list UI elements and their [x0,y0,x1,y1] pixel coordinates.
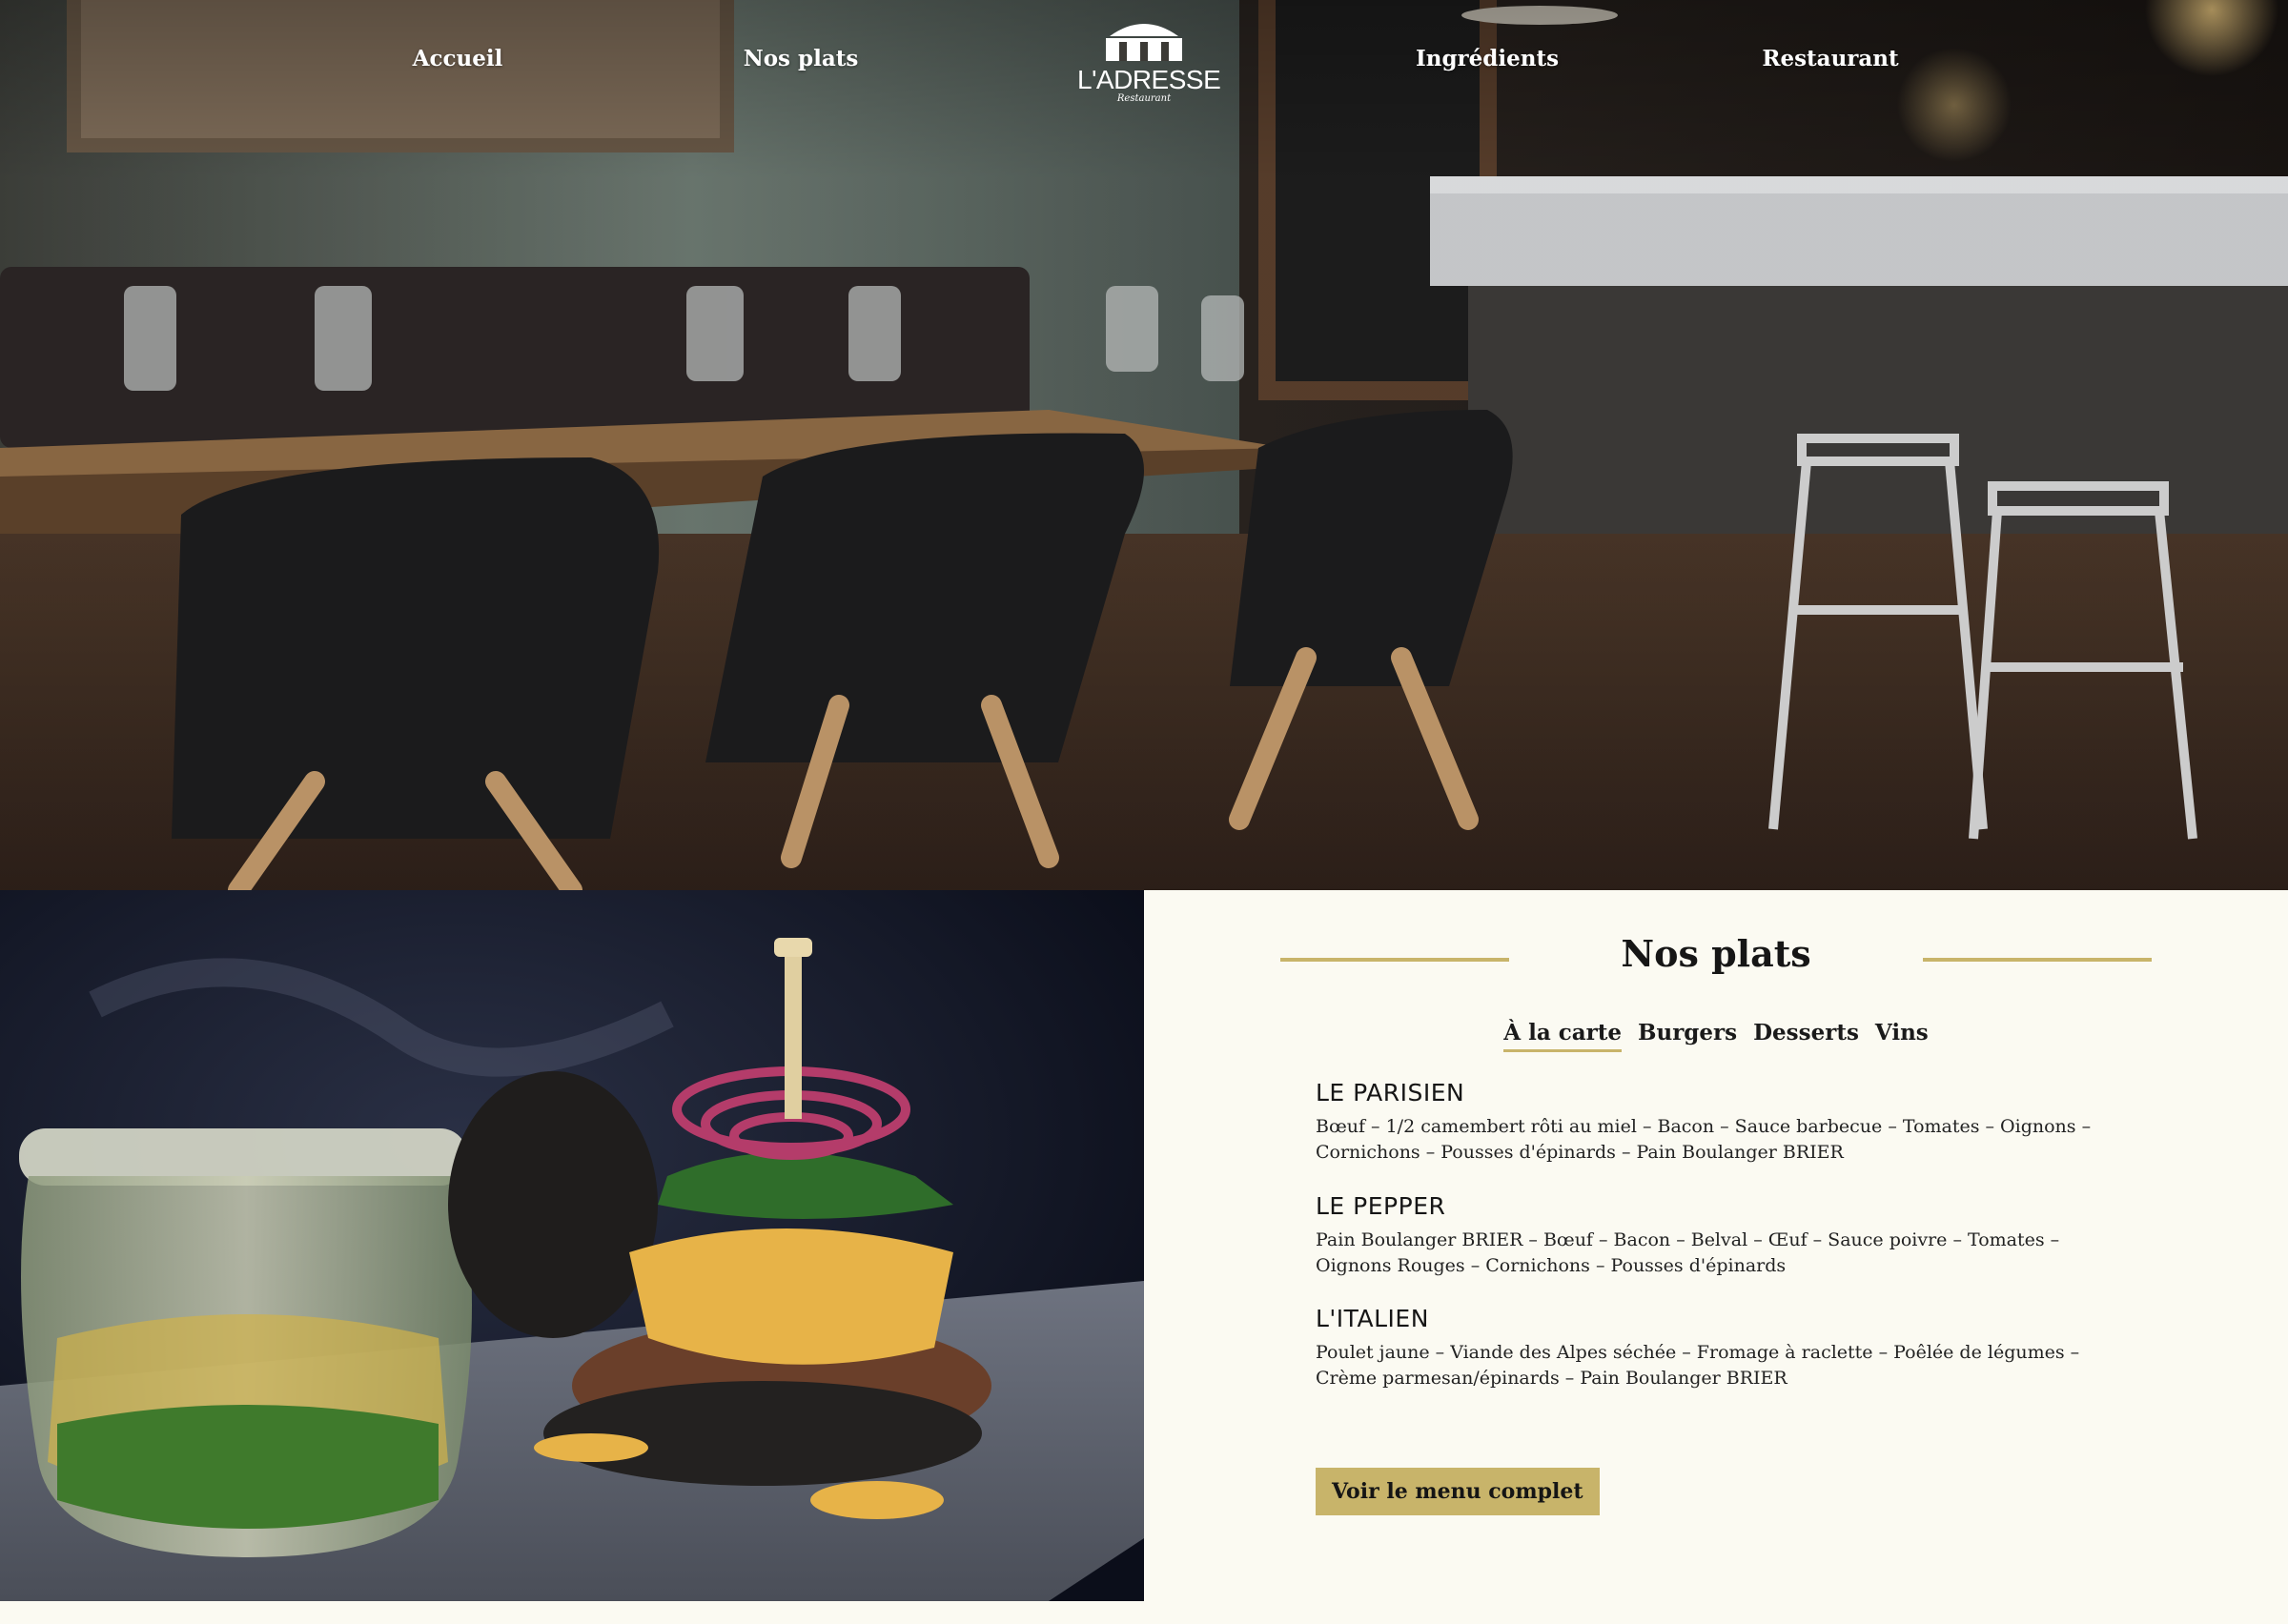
restaurant-logo[interactable]: L'ADRESSE Restaurant [1077,17,1221,105]
dish-name: LE PEPPER [1316,1192,1446,1220]
title-rule-right [1923,958,2152,962]
dish-description: Bœuf – 1/2 camembert rôti au miel – Baco… [1316,1116,2092,1163]
tab-burgers[interactable]: Burgers [1638,1020,1737,1052]
full-menu-button[interactable]: Voir le menu complet [1316,1468,1600,1515]
tab-vins[interactable]: Vins [1875,1020,1929,1052]
hero-section: Accueil Nos plats L'ADRESSE Restaurant I… [0,0,2288,890]
dish-item: L'ITALIEN Poulet jaune – Viande des Alpe… [1316,1304,2126,1391]
section-title: Nos plats [1621,932,1811,975]
dish-description: Pain Boulanger BRIER – Bœuf – Bacon – Be… [1316,1229,2060,1276]
nav-link-restaurant[interactable]: Restaurant [1762,46,1898,71]
burger-jar-image [0,890,1144,1601]
dish-description: Poulet jaune – Viande des Alpes séchée –… [1316,1342,2080,1389]
nav-link-ingredients[interactable]: Ingrédients [1416,46,1559,71]
tab-a-la-carte[interactable]: À la carte [1503,1020,1623,1052]
nav-link-nos-plats[interactable]: Nos plats [744,46,859,71]
menu-tabs: À la carte Burgers Desserts Vins [1144,1020,2288,1052]
logo-wordmark: L'ADRESSE [1077,65,1221,94]
main-navigation: Accueil Nos plats L'ADRESSE Restaurant I… [0,0,2288,124]
hero-overlay [0,0,2288,890]
dish-name: L'ITALIEN [1316,1305,1429,1332]
dish-item: LE PARISIEN Bœuf – 1/2 camembert rôti au… [1316,1078,2126,1166]
tab-desserts[interactable]: Desserts [1753,1020,1859,1052]
logo-building-icon [1106,24,1182,61]
nav-link-accueil[interactable]: Accueil [413,46,503,71]
dish-name: LE PARISIEN [1316,1079,1465,1106]
burger-photo [0,890,1144,1601]
logo-script-text: Restaurant [1116,93,1172,104]
menu-section: Nos plats À la carte Burgers Desserts Vi… [1144,890,2288,1601]
dish-item: LE PEPPER Pain Boulanger BRIER – Bœuf – … [1316,1191,2126,1279]
